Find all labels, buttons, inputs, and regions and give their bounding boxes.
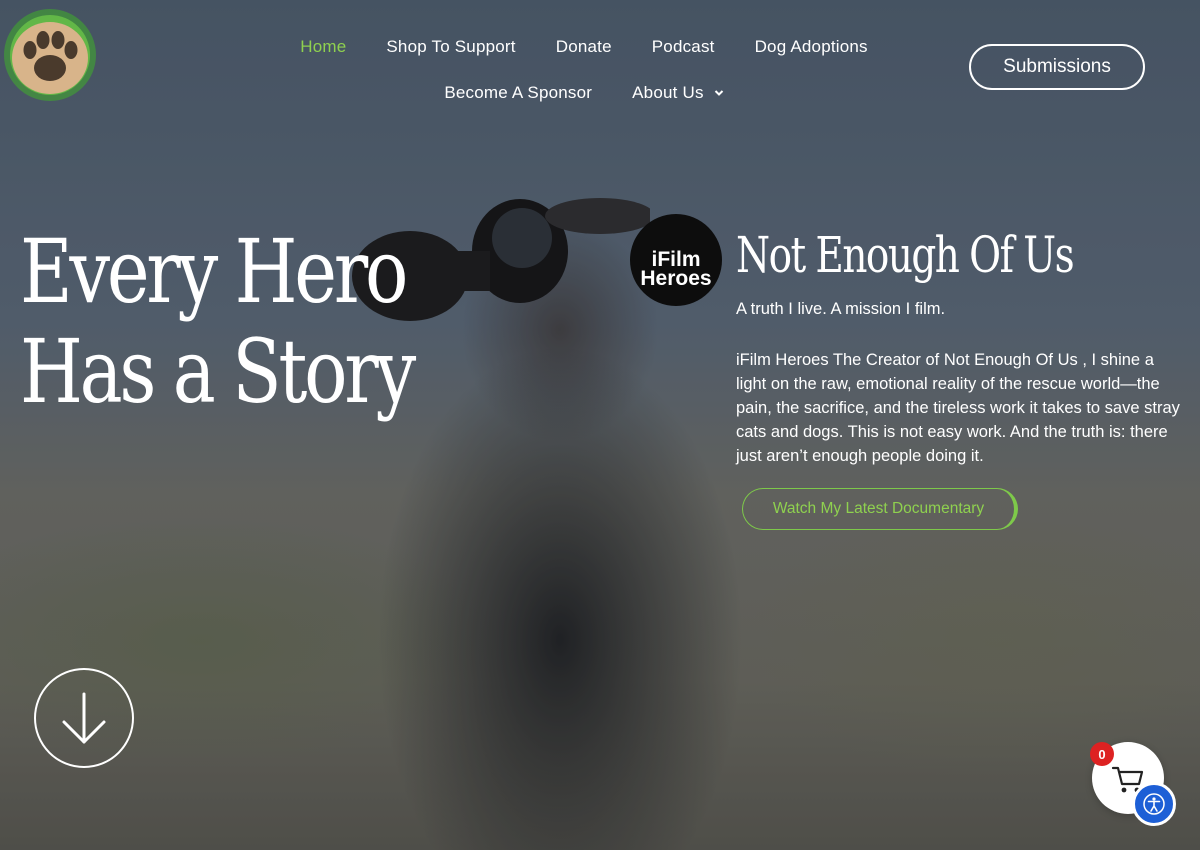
hero-headline: Every Hero Has a Story xyxy=(20,222,446,422)
tagline: A truth I live. A mission I film. xyxy=(736,300,946,318)
arrow-down-icon xyxy=(62,692,106,744)
accessibility-button[interactable] xyxy=(1132,782,1176,826)
nav-link-dog-adoptions[interactable]: Dog Adoptions xyxy=(755,37,868,57)
accessibility-icon xyxy=(1143,793,1165,815)
hero-section: Home Shop To Support Donate Podcast Dog … xyxy=(0,0,1200,850)
nav-link-about-us-label: About Us xyxy=(632,83,704,102)
nav-link-home[interactable]: Home xyxy=(300,37,346,57)
chevron-down-icon xyxy=(714,90,723,96)
nav-link-donate[interactable]: Donate xyxy=(556,37,612,57)
nav-link-become-a-sponsor[interactable]: Become A Sponsor xyxy=(444,83,592,103)
scroll-down-button[interactable] xyxy=(34,668,134,768)
avatar: iFilm Heroes xyxy=(630,214,722,306)
submissions-button[interactable]: Submissions xyxy=(969,44,1145,90)
main-nav: Home Shop To Support Donate Podcast Dog … xyxy=(264,28,904,112)
hero-headline-line-1: Every Hero xyxy=(20,220,408,323)
nav-link-shop-to-support[interactable]: Shop To Support xyxy=(386,37,515,57)
watch-documentary-button[interactable]: Watch My Latest Documentary xyxy=(742,488,1018,530)
paw-print-icon[interactable] xyxy=(0,0,104,110)
description: iFilm Heroes The Creator of Not Enough O… xyxy=(736,351,1180,465)
avatar-text-line-2: Heroes xyxy=(640,267,712,290)
nav-row-primary: Home Shop To Support Donate Podcast Dog … xyxy=(264,28,904,66)
nav-row-secondary: Become A Sponsor About Us xyxy=(264,74,904,112)
cart-count-badge: 0 xyxy=(1090,742,1114,766)
nav-link-podcast[interactable]: Podcast xyxy=(652,37,715,57)
nav-link-about-us[interactable]: About Us xyxy=(632,83,724,103)
hero-headline-line-2: Has a Story xyxy=(20,320,416,423)
documentary-title: Not Enough Of Us xyxy=(736,226,1075,284)
